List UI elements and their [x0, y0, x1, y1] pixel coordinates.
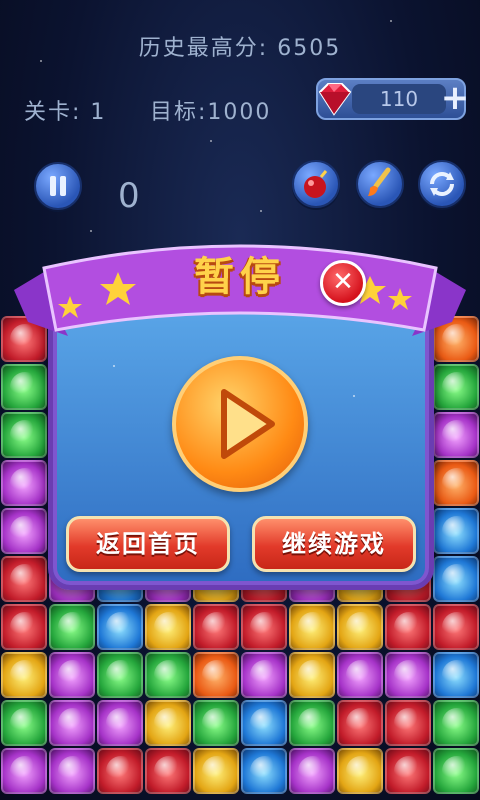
gem-tile-purple[interactable]	[433, 412, 479, 458]
gem-tile-orange[interactable]	[193, 652, 239, 698]
close-icon: ✕	[332, 267, 354, 297]
gem-tile-blue[interactable]	[433, 556, 479, 602]
gem-tile-red[interactable]	[337, 700, 383, 746]
bomb-powerup-button[interactable]	[292, 160, 340, 208]
gem-tile-green[interactable]	[433, 748, 479, 794]
game-screen: 历史最高分: 6505 关卡: 1 目标:1000 110 + 0 暂停 ✕ 返…	[0, 0, 480, 800]
close-dialog-button[interactable]: ✕	[320, 260, 366, 306]
gem-tile-red[interactable]	[145, 748, 191, 794]
gem-tile-red[interactable]	[193, 604, 239, 650]
gem-tile-green[interactable]	[1, 412, 47, 458]
gem-tile-red[interactable]	[385, 604, 431, 650]
gem-tile-purple[interactable]	[385, 652, 431, 698]
gem-tile-blue[interactable]	[241, 748, 287, 794]
gem-tile-red[interactable]	[433, 604, 479, 650]
gem-tile-blue[interactable]	[241, 700, 287, 746]
pause-button[interactable]	[34, 162, 82, 210]
gem-tile-yellow[interactable]	[337, 748, 383, 794]
target-label: 目标:1000	[150, 100, 272, 125]
gem-tile-yellow[interactable]	[145, 700, 191, 746]
gem-tile-green[interactable]	[289, 700, 335, 746]
background-star	[390, 20, 392, 22]
gem-tile-purple[interactable]	[337, 652, 383, 698]
gem-tile-blue[interactable]	[433, 508, 479, 554]
gem-tile-yellow[interactable]	[193, 748, 239, 794]
background-star	[210, 140, 212, 142]
gem-tile-red[interactable]	[1, 556, 47, 602]
gem-tile-green[interactable]	[1, 700, 47, 746]
pause-icon	[50, 176, 66, 196]
add-gems-button[interactable]: +	[440, 81, 470, 115]
gem-tile-blue[interactable]	[97, 604, 143, 650]
continue-game-button[interactable]: 继续游戏	[252, 516, 416, 572]
gem-tile-purple[interactable]	[289, 748, 335, 794]
gem-tile-red[interactable]	[385, 700, 431, 746]
gem-tile-purple[interactable]	[241, 652, 287, 698]
gem-tile-green[interactable]	[97, 652, 143, 698]
gem-tile-green[interactable]	[433, 364, 479, 410]
gem-tile-purple[interactable]	[1, 508, 47, 554]
brush-powerup-button[interactable]	[356, 160, 404, 208]
play-icon	[221, 389, 275, 459]
gem-tile-green[interactable]	[433, 700, 479, 746]
gem-tile-blue[interactable]	[433, 652, 479, 698]
level-label: 关卡: 1	[24, 100, 107, 125]
shuffle-powerup-button[interactable]	[418, 160, 466, 208]
resume-play-button[interactable]	[172, 356, 308, 492]
gem-tile-yellow[interactable]	[145, 604, 191, 650]
gem-tile-purple[interactable]	[1, 460, 47, 506]
gem-tile-green[interactable]	[145, 652, 191, 698]
gem-tile-green[interactable]	[49, 604, 95, 650]
gem-tile-yellow[interactable]	[337, 604, 383, 650]
high-score-label: 历史最高分: 6505	[138, 36, 342, 61]
ruby-icon	[318, 83, 352, 116]
gem-tile-orange[interactable]	[433, 460, 479, 506]
background-star	[260, 210, 262, 212]
return-home-button[interactable]: 返回首页	[66, 516, 230, 572]
gem-tile-red[interactable]	[1, 604, 47, 650]
gem-tile-red[interactable]	[241, 604, 287, 650]
gem-tile-purple[interactable]	[49, 700, 95, 746]
current-score: 0	[118, 176, 140, 216]
bomb-icon	[304, 170, 328, 198]
gem-tile-purple[interactable]	[97, 700, 143, 746]
gem-tile-yellow[interactable]	[289, 604, 335, 650]
gem-tile-green[interactable]	[1, 364, 47, 410]
gem-tile-purple[interactable]	[49, 748, 95, 794]
gem-tile-green[interactable]	[193, 700, 239, 746]
gem-tile-purple[interactable]	[1, 748, 47, 794]
gem-counter: 110 +	[316, 78, 469, 120]
gem-tile-red[interactable]	[385, 748, 431, 794]
gem-tile-red[interactable]	[97, 748, 143, 794]
gem-tile-purple[interactable]	[49, 652, 95, 698]
paintbrush-icon	[368, 167, 391, 196]
gem-count: 110	[352, 84, 446, 114]
dialog-title: 暂停	[194, 254, 286, 300]
gem-tile-yellow[interactable]	[289, 652, 335, 698]
gem-tile-yellow[interactable]	[1, 652, 47, 698]
refresh-icon	[430, 172, 454, 196]
